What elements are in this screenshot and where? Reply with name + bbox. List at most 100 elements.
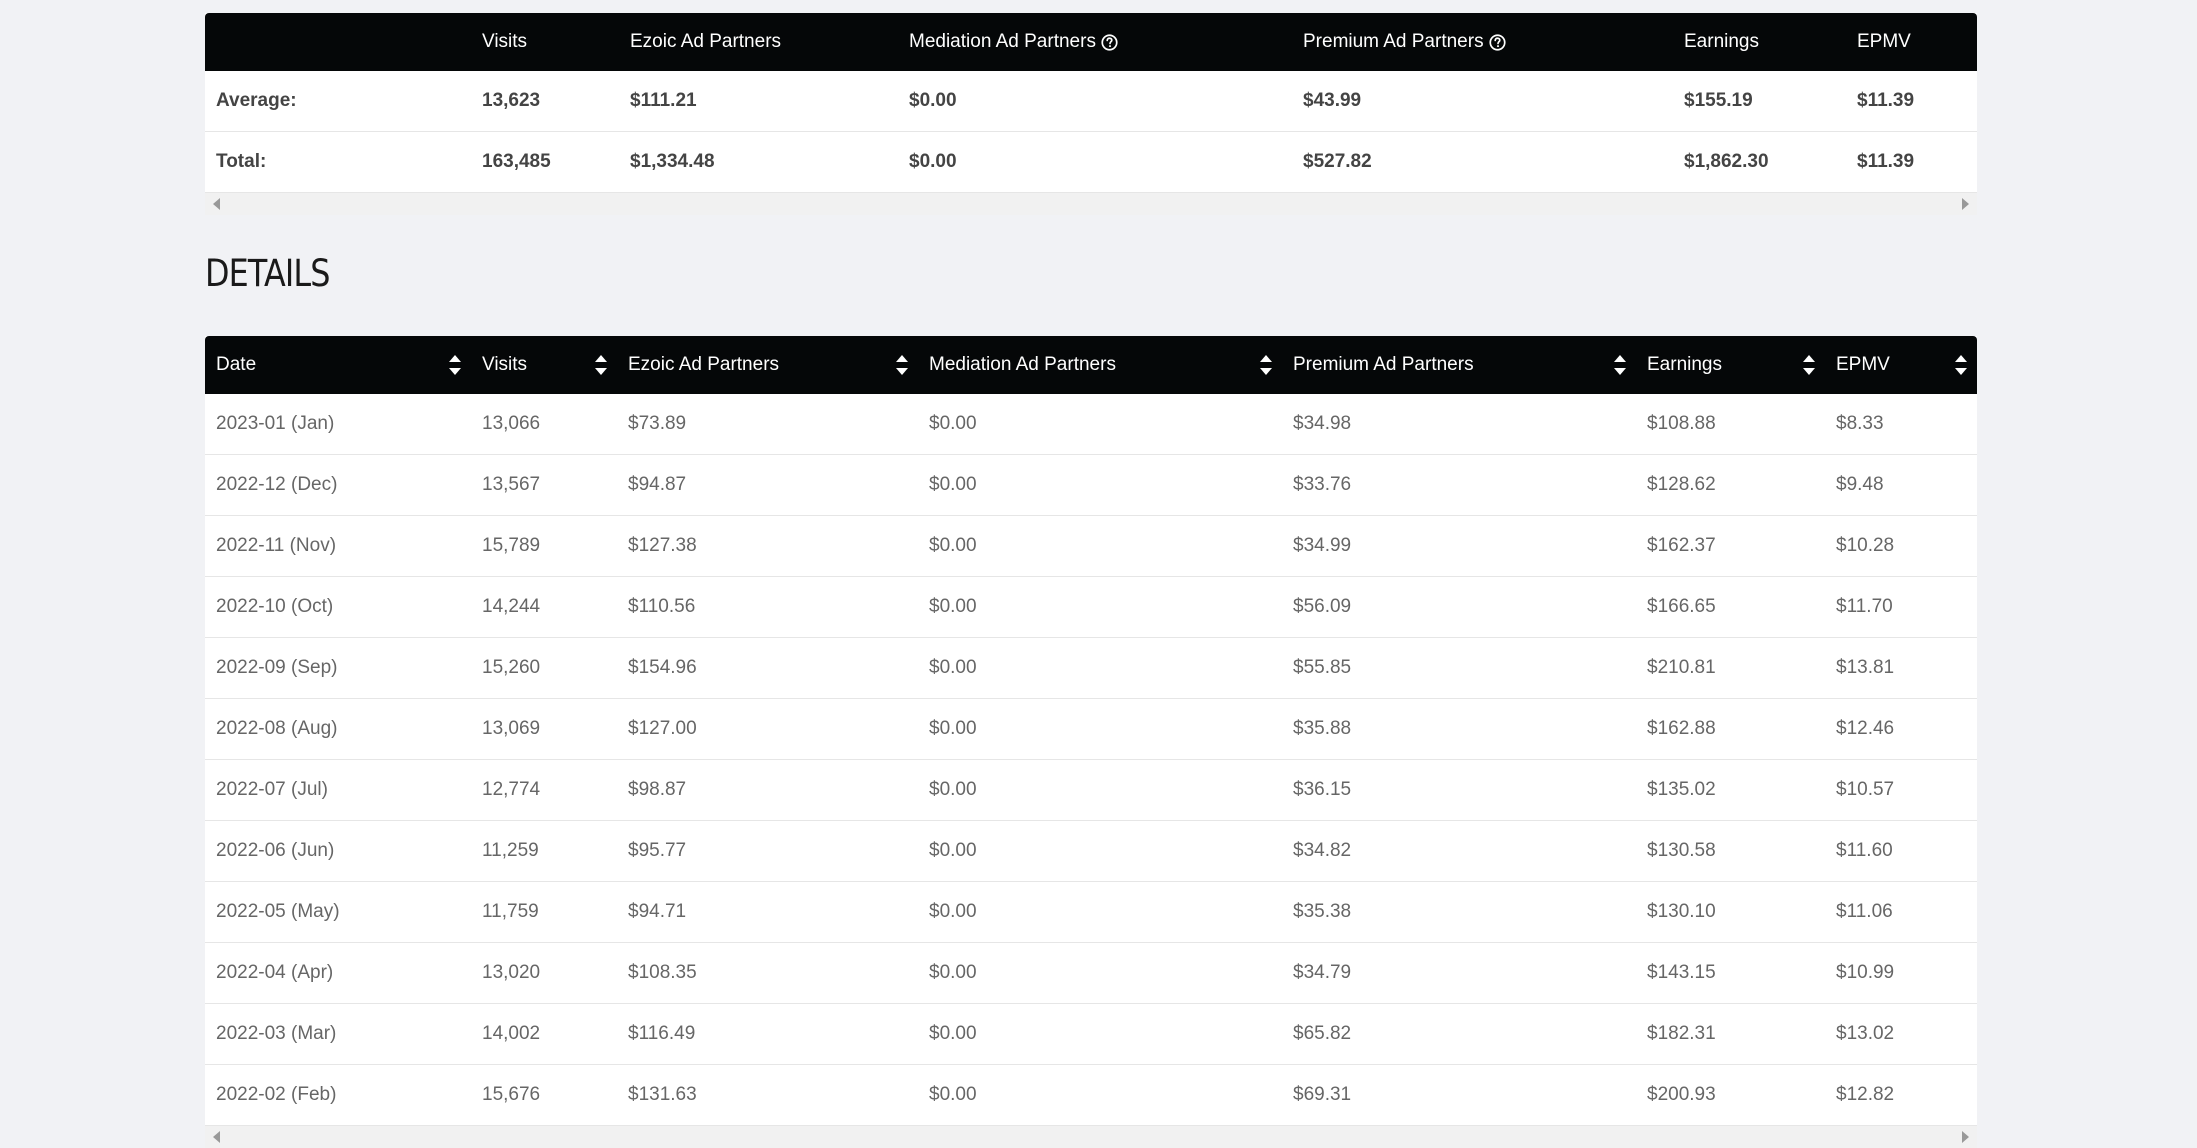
table-cell: $12.82 bbox=[1836, 1084, 1895, 1105]
table-cell: $33.76 bbox=[1293, 474, 1352, 495]
table-cell: $0.00 bbox=[929, 840, 977, 861]
table-cell: $162.88 bbox=[1647, 718, 1716, 739]
column-header-mediation[interactable]: Mediation Ad Partners bbox=[918, 336, 1282, 394]
table-cell: 15,260 bbox=[482, 657, 541, 678]
table-row: 2022-03 (Mar) 14,002 $116.49 $0.00 $65.82 $18… bbox=[205, 1004, 1977, 1065]
table-cell: $34.79 bbox=[1293, 962, 1352, 983]
sort-icon[interactable] bbox=[449, 354, 461, 376]
summary-header-epmv: EPMV bbox=[1857, 31, 1911, 52]
sort-icon[interactable] bbox=[595, 354, 607, 376]
table-cell: $34.99 bbox=[1293, 535, 1352, 556]
table-cell: $98.87 bbox=[628, 779, 687, 800]
table-cell: $34.98 bbox=[1293, 413, 1352, 434]
table-cell: $127.38 bbox=[628, 535, 697, 556]
summary-cell: $1,862.30 bbox=[1684, 151, 1769, 172]
sort-icon[interactable] bbox=[1955, 354, 1967, 376]
sort-icon[interactable] bbox=[1260, 354, 1272, 376]
table-cell: $73.89 bbox=[628, 413, 687, 434]
column-header-date[interactable]: Date bbox=[205, 336, 471, 394]
table-cell: 2022-02 (Feb) bbox=[216, 1084, 337, 1105]
table-cell: $12.46 bbox=[1836, 718, 1895, 739]
table-cell: 2022-12 (Dec) bbox=[216, 474, 338, 495]
summary-horizontal-scrollbar[interactable] bbox=[205, 193, 1977, 215]
scroll-left-icon[interactable] bbox=[213, 198, 220, 210]
column-header-label: Date bbox=[216, 354, 257, 375]
scroll-left-icon[interactable] bbox=[213, 1131, 220, 1143]
column-header-premium[interactable]: Premium Ad Partners bbox=[1282, 336, 1636, 394]
summary-cell: Average: bbox=[216, 90, 297, 111]
table-cell: $95.77 bbox=[628, 840, 687, 861]
table-cell: $56.09 bbox=[1293, 596, 1352, 617]
table-row: 2022-08 (Aug) 13,069 $127.00 $0.00 $35.88 $16… bbox=[205, 699, 1977, 760]
column-header-label: Earnings bbox=[1647, 354, 1722, 375]
sort-icon[interactable] bbox=[1614, 354, 1626, 376]
table-cell: $128.62 bbox=[1647, 474, 1716, 495]
table-cell: $108.88 bbox=[1647, 413, 1716, 434]
table-cell: 11,259 bbox=[482, 840, 539, 861]
table-cell: $10.57 bbox=[1836, 779, 1895, 800]
table-cell: $11.60 bbox=[1836, 840, 1893, 861]
details-table: Date Visits Ezoic Ad Partners Mediation … bbox=[205, 336, 1977, 1148]
summary-header-premium-label: Premium Ad Partners bbox=[1303, 31, 1484, 52]
table-cell: 2022-08 (Aug) bbox=[216, 718, 338, 739]
table-cell: $13.02 bbox=[1836, 1023, 1895, 1044]
table-cell: 14,244 bbox=[482, 596, 541, 617]
column-header-earnings[interactable]: Earnings bbox=[1636, 336, 1825, 394]
summary-header-earnings: Earnings bbox=[1684, 31, 1759, 52]
summary-cell: $11.39 bbox=[1857, 90, 1915, 111]
table-cell: $130.58 bbox=[1647, 840, 1716, 861]
details-body: 2023-01 (Jan) 13,066 $73.89 $0.00 $34.98 $108… bbox=[205, 394, 1977, 1126]
table-cell: 2022-04 (Apr) bbox=[216, 962, 334, 983]
details-horizontal-scrollbar[interactable] bbox=[205, 1126, 1977, 1148]
column-header-ezoic[interactable]: Ezoic Ad Partners bbox=[617, 336, 918, 394]
table-cell: 13,069 bbox=[482, 718, 541, 739]
summary-cell: Total: bbox=[216, 151, 267, 172]
column-header-label: Visits bbox=[482, 354, 528, 375]
table-row: 2023-01 (Jan) 13,066 $73.89 $0.00 $34.98 $108… bbox=[205, 394, 1977, 455]
table-cell: 2022-06 (Jun) bbox=[216, 840, 335, 861]
summary-cell: $11.39 bbox=[1857, 151, 1915, 172]
table-cell: 15,676 bbox=[482, 1084, 541, 1105]
sort-icon[interactable] bbox=[1803, 354, 1815, 376]
table-cell: $0.00 bbox=[929, 657, 977, 678]
sort-icon[interactable] bbox=[896, 354, 908, 376]
summary-cell: 13,623 bbox=[482, 90, 541, 111]
table-cell: $143.15 bbox=[1647, 962, 1716, 983]
table-cell: 2022-11 (Nov) bbox=[216, 535, 337, 556]
table-cell: $35.38 bbox=[1293, 901, 1352, 922]
table-row: 2022-10 (Oct) 14,244 $110.56 $0.00 $56.09 $16… bbox=[205, 577, 1977, 638]
table-cell: $162.37 bbox=[1647, 535, 1716, 556]
table-cell: 12,774 bbox=[482, 779, 541, 800]
scroll-right-icon[interactable] bbox=[1962, 198, 1969, 210]
table-cell: $135.02 bbox=[1647, 779, 1716, 800]
table-cell: 2023-01 (Jan) bbox=[216, 413, 335, 434]
table-cell: $0.00 bbox=[929, 474, 977, 495]
summary-header-empty bbox=[205, 13, 471, 71]
table-cell: $8.33 bbox=[1836, 413, 1884, 434]
table-cell: $200.93 bbox=[1647, 1084, 1716, 1105]
table-cell: $69.31 bbox=[1293, 1084, 1352, 1105]
summary-row-average: Average: 13,623 $111.21 $0.00 $43.99 $15… bbox=[205, 71, 1977, 132]
table-row: 2022-12 (Dec) 13,567 $94.87 $0.00 $33.76 $128… bbox=[205, 455, 1977, 516]
table-cell: $0.00 bbox=[929, 596, 977, 617]
summary-cell: $111.21 bbox=[630, 90, 697, 111]
table-cell: 2022-05 (May) bbox=[216, 901, 340, 922]
column-header-visits[interactable]: Visits bbox=[471, 336, 617, 394]
table-cell: $110.56 bbox=[628, 596, 696, 617]
table-cell: $0.00 bbox=[929, 1084, 977, 1105]
table-row: 2022-04 (Apr) 13,020 $108.35 $0.00 $34.79 $14… bbox=[205, 943, 1977, 1004]
column-header-epmv[interactable]: EPMV bbox=[1825, 336, 1977, 394]
table-cell: 11,759 bbox=[482, 901, 539, 922]
table-cell: 2022-09 (Sep) bbox=[216, 657, 338, 678]
help-icon[interactable] bbox=[1101, 33, 1118, 51]
table-cell: $10.99 bbox=[1836, 962, 1895, 983]
table-cell: $65.82 bbox=[1293, 1023, 1352, 1044]
table-row: 2022-06 (Jun) 11,259 $95.77 $0.00 $34.82 $130… bbox=[205, 821, 1977, 882]
table-cell: $127.00 bbox=[628, 718, 697, 739]
help-icon[interactable] bbox=[1489, 33, 1506, 51]
table-cell: $36.15 bbox=[1293, 779, 1352, 800]
details-header: Date Visits Ezoic Ad Partners Mediation … bbox=[205, 336, 1977, 394]
table-cell: $0.00 bbox=[929, 1023, 977, 1044]
scroll-right-icon[interactable] bbox=[1962, 1131, 1969, 1143]
summary-cell: $43.99 bbox=[1303, 90, 1362, 111]
